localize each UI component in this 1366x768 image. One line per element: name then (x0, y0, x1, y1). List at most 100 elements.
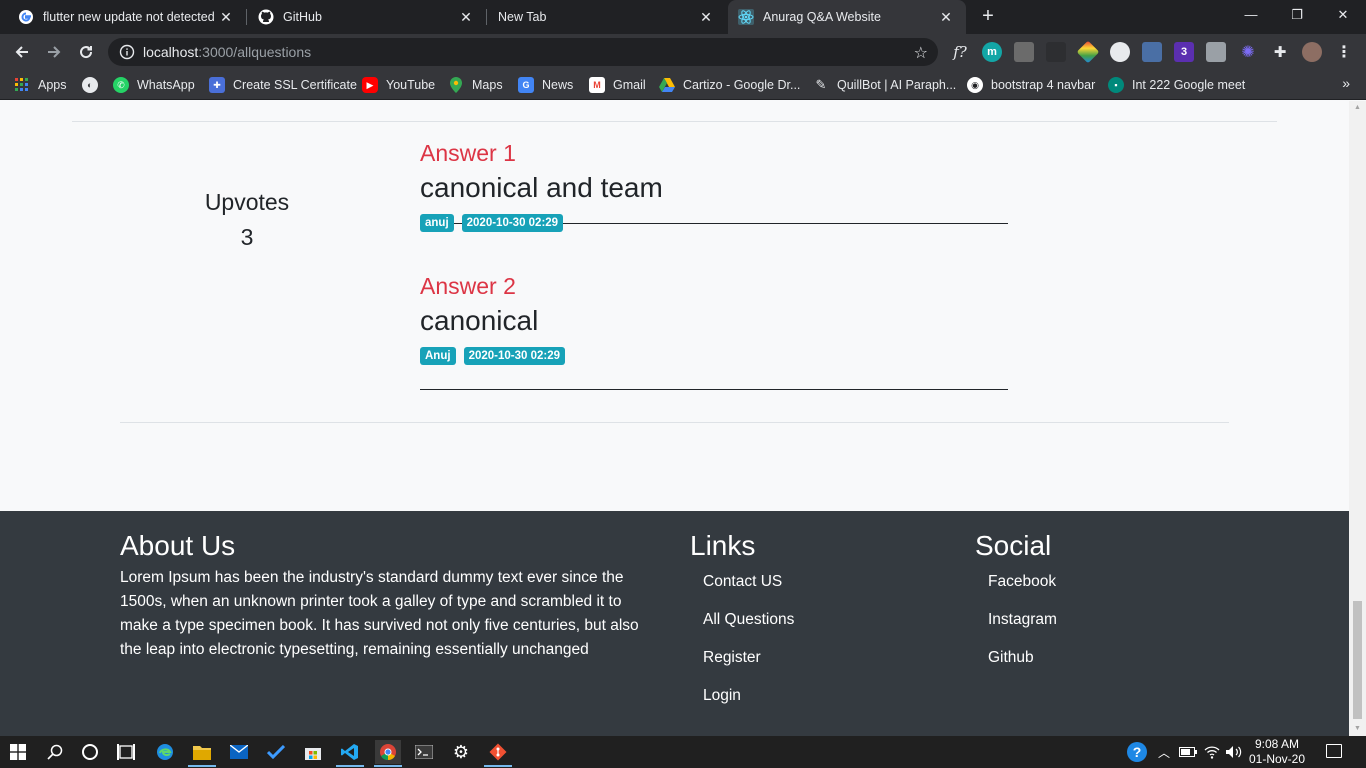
battery-icon[interactable] (1176, 740, 1200, 764)
reload-icon[interactable] (74, 40, 98, 64)
scroll-down-icon[interactable]: ▼ (1353, 725, 1362, 733)
vscode-icon[interactable] (338, 740, 362, 764)
back-arrow-icon[interactable] (10, 40, 34, 64)
footer-social-instagram[interactable]: Instagram (988, 604, 1057, 642)
tab-new-tab[interactable]: New Tab ✕ (480, 0, 726, 34)
drive-icon (659, 77, 675, 93)
asterisk-extension-icon[interactable]: ✺ (1238, 42, 1258, 62)
forward-arrow-icon[interactable] (42, 40, 66, 64)
mail-icon[interactable] (227, 740, 251, 764)
clock-time: 9:08 AM (1254, 737, 1300, 751)
youtube-icon: ▶ (362, 77, 378, 93)
help-icon[interactable]: ? (1125, 740, 1149, 764)
puzzle-icon[interactable]: ✚ (1270, 42, 1290, 62)
white-circle-extension-icon[interactable] (1110, 42, 1130, 62)
menu-dots-icon[interactable]: ⋮ (1334, 42, 1354, 62)
file-explorer-icon[interactable] (190, 740, 214, 764)
notification-center-icon[interactable] (1326, 744, 1342, 758)
cortana-icon[interactable] (78, 740, 102, 764)
m-extension-icon[interactable]: m (982, 42, 1002, 62)
windows-start-icon[interactable] (6, 740, 30, 764)
bookmark-globe[interactable]: ◐ (82, 76, 106, 94)
apps-grid-icon (14, 77, 30, 93)
footer-link-contact[interactable]: Contact US (703, 566, 794, 604)
terminal-icon[interactable] (412, 740, 436, 764)
bookmark-bootstrap[interactable]: ◉ bootstrap 4 navbar (967, 76, 1095, 94)
search-icon[interactable] (43, 740, 67, 764)
color-picker-extension-icon[interactable] (1076, 40, 1100, 64)
git-icon[interactable] (486, 740, 510, 764)
footer-social-github[interactable]: Github (988, 642, 1057, 680)
bookmark-maps[interactable]: Maps (448, 76, 503, 94)
bookmark-gmail[interactable]: M Gmail (589, 76, 646, 94)
active-app-indicator (374, 765, 402, 767)
footer-link-all-questions[interactable]: All Questions (703, 604, 794, 642)
bookmark-label: Apps (38, 78, 67, 92)
bookmark-news[interactable]: G News (518, 76, 573, 94)
tab-flutter[interactable]: flutter new update not detected ✕ (0, 0, 246, 34)
tab-title: flutter new update not detected (43, 10, 215, 24)
clock-date: 01-Nov-20 (1248, 752, 1306, 766)
chrome-icon[interactable] (375, 740, 401, 764)
footer-link-register[interactable]: Register (703, 642, 794, 680)
bookmark-label: WhatsApp (137, 78, 195, 92)
restore-icon[interactable]: ❐ (1274, 0, 1320, 30)
footer-social: Social Facebook Instagram Github (975, 529, 1057, 680)
bookmark-whatsapp[interactable]: ✆ WhatsApp (113, 76, 195, 94)
bookmark-youtube[interactable]: ▶ YouTube (362, 76, 435, 94)
grey-extension-icon[interactable] (1014, 42, 1034, 62)
quill-icon: ✎ (815, 77, 827, 92)
avatar[interactable] (1302, 42, 1322, 62)
bookmark-cartizo[interactable]: Cartizo - Google Dr... (659, 76, 800, 94)
bookmark-apps[interactable]: Apps (14, 76, 67, 94)
footer-social-facebook[interactable]: Facebook (988, 566, 1057, 604)
store-icon[interactable] (301, 740, 325, 764)
bookmark-meet[interactable]: ▪ Int 222 Google meet (1108, 76, 1245, 94)
close-window-icon[interactable]: ✕ (1320, 0, 1366, 30)
close-tab-icon[interactable]: ✕ (696, 9, 716, 26)
minimize-icon[interactable]: — (1228, 0, 1274, 30)
close-tab-icon[interactable]: ✕ (936, 9, 956, 26)
answer-meta: anuj 2020-10-30 02:29 (420, 214, 1008, 232)
bookmark-quillbot[interactable]: ✎ QuillBot | AI Paraph... (813, 76, 957, 94)
footer-about-text: Lorem Ipsum has been the industry's stan… (120, 569, 639, 658)
wifi-icon[interactable] (1200, 740, 1224, 764)
news-icon: G (518, 77, 534, 93)
todo-check-icon[interactable] (264, 740, 288, 764)
footer-links-title: Links (690, 530, 756, 561)
tab-github[interactable]: GitHub ✕ (240, 0, 486, 34)
active-app-indicator (336, 765, 364, 767)
tab-anurag-qa[interactable]: Anurag Q&A Website ✕ (728, 0, 966, 34)
settings-gear-icon[interactable]: ⚙ (449, 740, 473, 764)
dark-extension-icon[interactable] (1046, 42, 1066, 62)
react-icon (738, 9, 754, 25)
site-info-icon[interactable] (119, 44, 135, 60)
footer-links: Links Contact US All Questions Register … (690, 529, 794, 718)
address-bar[interactable]: localhost:3000/allquestions ☆ (108, 38, 938, 66)
footer-about-title: About Us (120, 530, 236, 561)
user-badge: anuj (420, 214, 454, 232)
scroll-up-icon[interactable]: ▲ (1353, 104, 1362, 112)
close-tab-icon[interactable]: ✕ (456, 9, 476, 26)
bookmark-label: Create SSL Certificate (233, 78, 357, 92)
show-hidden-icons-chevron-icon[interactable]: ︿ (1152, 740, 1176, 764)
new-tab-button[interactable]: + (976, 5, 1000, 29)
formula-extension-icon[interactable]: f? (950, 42, 970, 62)
bookmark-star-icon[interactable]: ☆ (914, 43, 928, 63)
task-view-icon[interactable] (114, 740, 138, 764)
edge-icon[interactable] (153, 740, 177, 764)
divider (120, 422, 1229, 423)
footer-link-login[interactable]: Login (703, 680, 794, 718)
system-clock[interactable]: 9:08 AM 01-Nov-20 (1246, 736, 1308, 767)
bookmark-label: Int 222 Google meet (1132, 78, 1246, 92)
google-g-icon (18, 9, 34, 25)
bookmark-ssl[interactable]: ✚ Create SSL Certificate (209, 76, 357, 94)
volume-icon[interactable] (1222, 740, 1246, 764)
scrollbar-thumb[interactable] (1353, 601, 1362, 719)
purple-extension-icon[interactable]: 3 (1174, 42, 1194, 62)
page-scrollbar[interactable]: ▲ ▼ (1349, 101, 1366, 736)
bookmarks-overflow-icon[interactable]: » (1342, 75, 1350, 91)
pi-extension-icon[interactable] (1142, 42, 1162, 62)
office-extension-icon[interactable] (1206, 42, 1226, 62)
close-tab-icon[interactable]: ✕ (216, 9, 236, 26)
